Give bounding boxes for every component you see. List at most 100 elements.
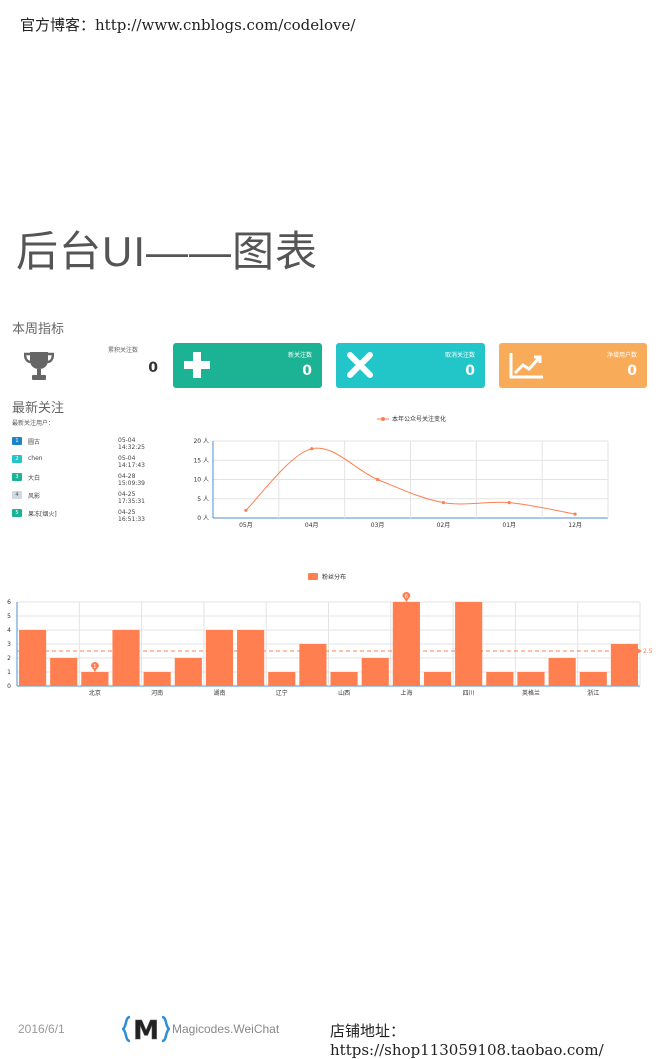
y-tick-label: 1 <box>7 669 11 676</box>
follow-time: 04-25 17:35:31 <box>118 491 145 505</box>
x-tick-label: 02月 <box>437 522 451 529</box>
average-label: 2.5 <box>643 648 653 655</box>
logo-letter: M <box>133 1016 159 1044</box>
trophy-icon <box>24 352 54 380</box>
data-point <box>573 512 577 516</box>
bar <box>19 630 47 686</box>
bar <box>81 672 109 686</box>
rank-badge: 1 <box>12 437 22 445</box>
kpi-label: 取消关注数 <box>444 352 475 359</box>
x-tick-label: 浙江 <box>587 689 599 697</box>
y-tick-label: 15 人 <box>193 457 209 464</box>
bar <box>548 658 576 686</box>
bar <box>50 658 78 686</box>
close-icon <box>347 352 373 378</box>
follower-name: 风影 <box>28 493 41 500</box>
y-tick-label: 3 <box>7 641 11 648</box>
page-title: 后台UI——图表 <box>16 228 319 275</box>
y-tick-label: 10 人 <box>193 477 209 484</box>
follow-time: 05-04 14:17:43 <box>118 455 145 469</box>
y-tick-label: 4 <box>7 627 11 634</box>
footer-date: 2016/6/1 <box>18 1022 65 1036</box>
x-tick-label: 四川 <box>463 690 475 697</box>
x-tick-label: 湖南 <box>213 689 225 697</box>
bar <box>237 630 265 686</box>
follower-row[interactable]: 2 chen 05-04 14:17:43 <box>12 454 162 469</box>
y-tick-label: 20 人 <box>193 438 209 445</box>
bar <box>112 630 140 686</box>
y-tick-label: 5 <box>7 613 11 620</box>
follower-row[interactable]: 5 果冻[烟火] 04-25 16:51:33 <box>12 508 162 523</box>
bar <box>423 672 452 686</box>
bar <box>579 672 607 686</box>
follower-row[interactable]: 4 风影 04-25 17:35:31 <box>12 490 162 505</box>
unfollow-card[interactable]: 取消关注数 0 <box>336 343 485 388</box>
bar <box>330 672 358 686</box>
plus-icon <box>184 352 210 378</box>
footer-shop-url[interactable]: 店铺地址：https://shop113059108.taobao.com/ <box>330 1020 658 1059</box>
follow-time: 04-25 16:51:33 <box>118 509 145 523</box>
x-tick-label: 辽宁 <box>276 689 288 697</box>
kpi-value: 0 <box>465 363 475 379</box>
rank-badge: 2 <box>12 455 22 463</box>
follower-row[interactable]: 3 大白 04-28 15:09:39 <box>12 472 162 487</box>
y-tick-label: 5 人 <box>197 496 209 503</box>
x-tick-label: 03月 <box>371 522 385 529</box>
data-point <box>507 501 511 505</box>
data-point <box>441 501 446 505</box>
y-tick-label: 6 <box>7 599 11 606</box>
bar <box>486 672 514 686</box>
follower-row[interactable]: 1 圆古 05-04 14:32:25 <box>12 436 162 451</box>
kpi-value: 0 <box>148 360 158 376</box>
bar <box>392 602 420 686</box>
x-tick-label: 12月 <box>568 522 582 529</box>
data-point <box>310 447 314 451</box>
data-point <box>244 508 248 512</box>
x-tick-label: 山西 <box>338 689 350 697</box>
x-tick-label: 上海 <box>400 689 412 697</box>
bar <box>205 630 234 686</box>
bar <box>455 602 483 686</box>
x-tick-label: 北京 <box>89 689 101 697</box>
rank-badge: 5 <box>12 509 22 517</box>
y-tick-label: 2 <box>7 655 11 662</box>
max-marker-label: 6 <box>405 594 408 600</box>
bar <box>517 672 545 686</box>
new-followers-card[interactable]: 新关注数 0 <box>173 343 322 388</box>
y-tick-label: 0 <box>7 683 11 690</box>
y-tick-label: 0 人 <box>197 515 209 522</box>
follower-name: 大白 <box>28 475 41 482</box>
bar <box>174 658 202 686</box>
legend-label: 本年公众号关注变化 <box>392 415 446 423</box>
rank-badge: 3 <box>12 473 22 481</box>
net-growth-card[interactable]: 净增用户数 0 <box>499 343 647 388</box>
min-marker-label: 1 <box>93 664 96 670</box>
x-tick-label: 英格兰 <box>522 689 540 697</box>
bar <box>268 672 296 686</box>
blog-url-text: 官方博客：http://www.cnblogs.com/codelove/ <box>20 16 356 34</box>
kpi-value: 0 <box>302 363 312 379</box>
legend-swatch <box>308 573 318 580</box>
follower-trend-line-chart: 本年公众号关注变化 0 人 5 人 10 人 15 人 20 人 05月 04月 03月 02月 0… <box>193 415 609 529</box>
total-followers-kpi: 累积关注数 0 <box>108 345 158 385</box>
rank-badge: 4 <box>12 491 22 499</box>
trend-chart-icon <box>509 353 543 379</box>
follow-time: 05-04 14:32:25 <box>118 437 145 451</box>
follower-name: chen <box>28 455 43 462</box>
follow-time: 04-28 15:09:39 <box>118 473 145 487</box>
latest-subtitle: 最新关注用户： <box>12 420 55 427</box>
bar <box>143 672 171 686</box>
bar <box>610 644 638 686</box>
section-title-week: 本周指标 <box>12 322 65 337</box>
legend-label: 粉丝分布 <box>322 573 346 581</box>
bar <box>361 658 389 686</box>
x-tick-label: 河南 <box>151 689 163 697</box>
kpi-label: 净增用户数 <box>606 352 637 359</box>
kpi-value: 0 <box>627 363 637 379</box>
fan-distribution-bar-chart: 粉丝分布 0 1 2 3 4 5 6 北京 河南 湖南 辽宁 山西 上海 四川 英格兰 浙江 2.5 1 6 <box>7 573 653 697</box>
section-title-latest: 最新关注 <box>12 401 65 416</box>
x-tick-label: 05月 <box>239 522 253 529</box>
data-point <box>375 477 380 482</box>
x-tick-label: 01月 <box>502 522 516 529</box>
magicodes-logo: M <box>122 1016 170 1044</box>
